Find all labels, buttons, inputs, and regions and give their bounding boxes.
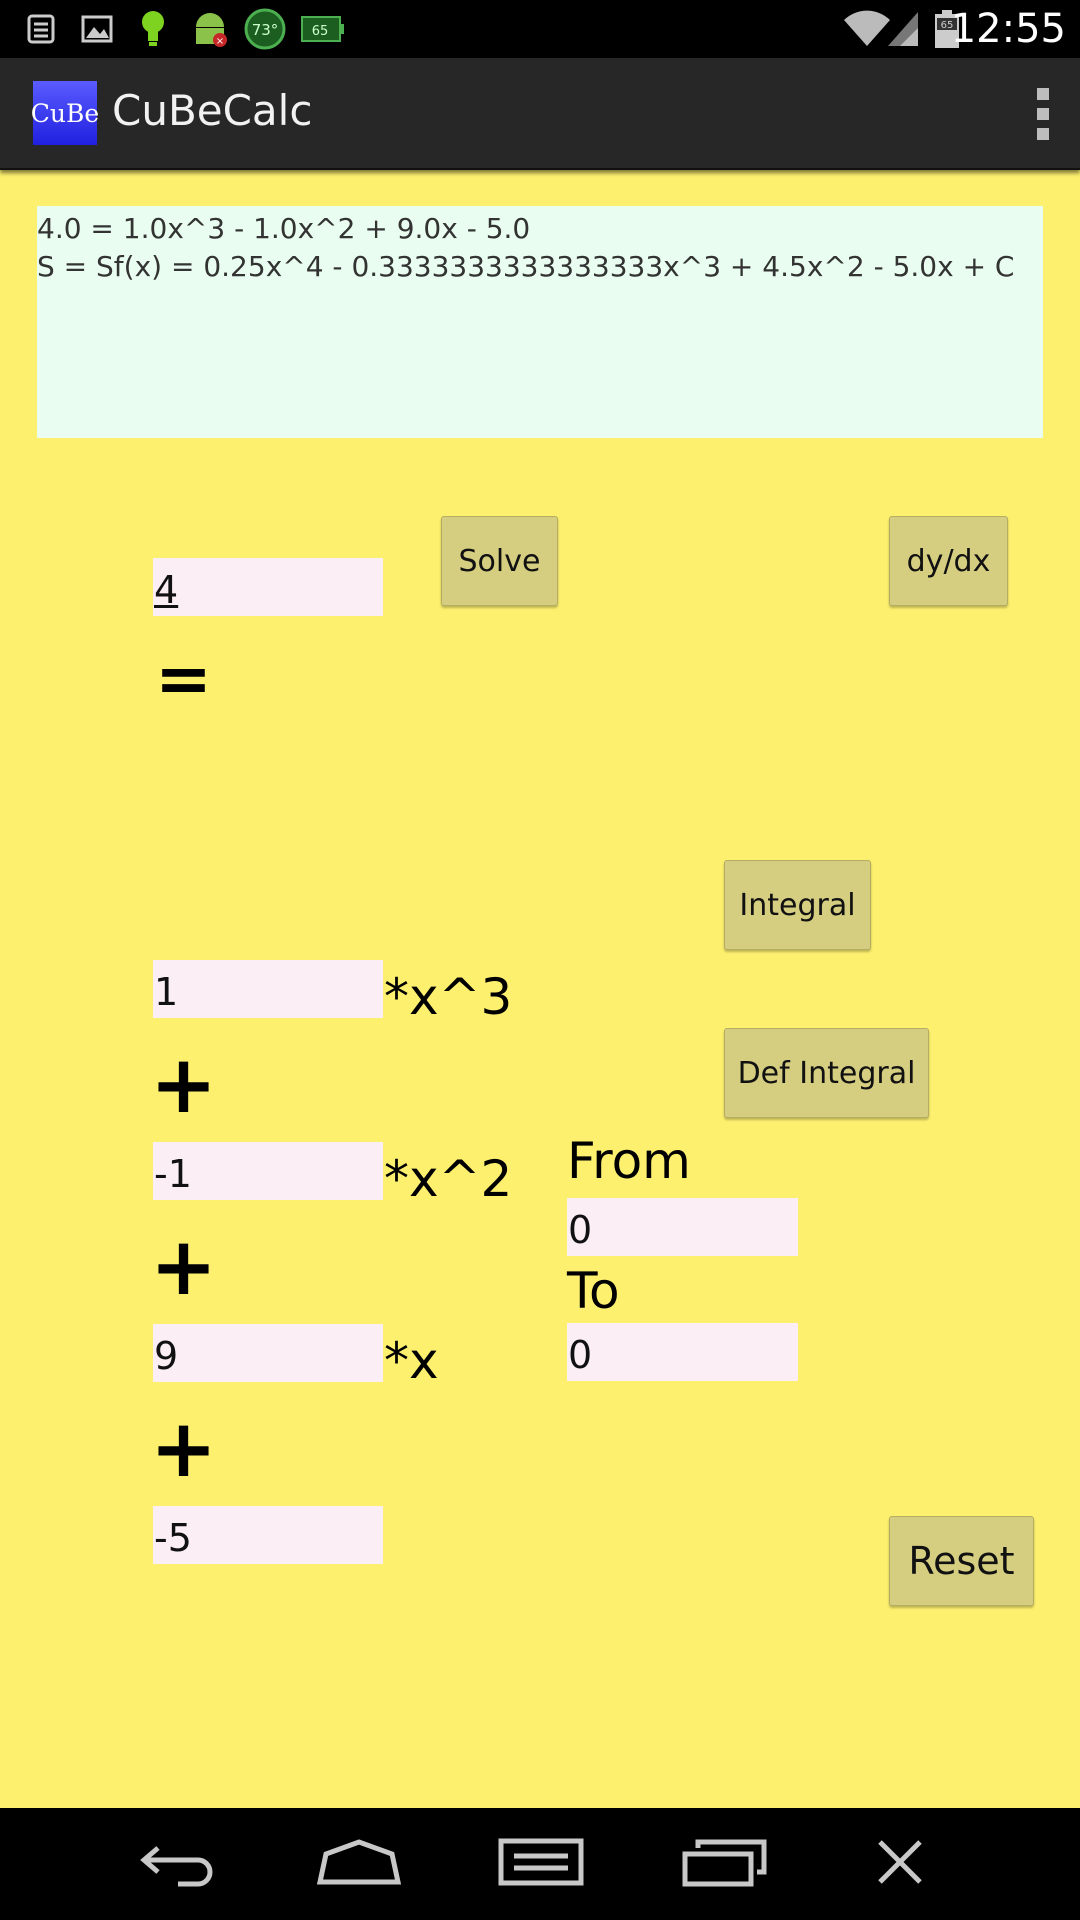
action-bar: CuBe CuBeCalc <box>0 58 1080 170</box>
navigation-bar <box>0 1808 1080 1920</box>
to-input[interactable]: 0 <box>567 1323 798 1381</box>
overflow-menu-icon[interactable] <box>1034 88 1052 140</box>
solve-button[interactable]: Solve <box>441 516 558 606</box>
app-logo[interactable]: CuBe <box>31 81 99 145</box>
equals-sign: = <box>155 640 212 719</box>
back-icon[interactable] <box>138 1838 220 1892</box>
home-icon[interactable] <box>316 1838 402 1892</box>
term-x-label: *x <box>384 1332 439 1390</box>
coef-x3-input[interactable]: 1 <box>153 960 383 1018</box>
bulb-icon <box>138 10 168 48</box>
wifi-icon <box>842 10 892 48</box>
from-input[interactable]: 0 <box>567 1198 798 1256</box>
notes-icon <box>26 10 56 48</box>
to-label: To <box>567 1262 620 1320</box>
output-panel: 4.0 = 1.0x^3 - 1.0x^2 + 9.0x - 5.0 S = S… <box>37 206 1043 438</box>
plus-sign-3: + <box>150 1402 218 1495</box>
status-bar: × 73° 65 65 12:55 <box>0 0 1080 58</box>
constant-input[interactable]: -5 <box>153 1506 383 1564</box>
recent-apps-icon[interactable] <box>682 1838 768 1892</box>
status-time: 12:55 <box>950 6 1066 52</box>
def-integral-button[interactable]: Def Integral <box>724 1028 929 1118</box>
image-icon <box>80 10 114 48</box>
temperature-icon: 73° <box>244 8 286 50</box>
output-line-equation: 4.0 = 1.0x^3 - 1.0x^2 + 9.0x - 5.0 <box>37 212 531 245</box>
android-debug-icon: × <box>190 10 230 48</box>
svg-text:65: 65 <box>312 24 329 39</box>
derivative-button[interactable]: dy/dx <box>889 516 1008 606</box>
term-x3-label: *x^3 <box>384 968 513 1026</box>
plus-sign-1: + <box>150 1038 218 1131</box>
plus-sign-2: + <box>150 1220 218 1313</box>
coef-x-input[interactable]: 9 <box>153 1324 383 1382</box>
integral-button[interactable]: Integral <box>724 860 871 950</box>
coef-x2-input[interactable]: -1 <box>153 1142 383 1200</box>
term-x2-label: *x^2 <box>384 1150 513 1208</box>
svg-text:×: × <box>216 36 224 47</box>
from-label: From <box>567 1132 691 1190</box>
menu-icon[interactable] <box>498 1838 584 1892</box>
close-icon[interactable] <box>876 1838 926 1892</box>
result-input[interactable]: 4 <box>153 558 383 616</box>
output-line-integral: S = Sf(x) = 0.25x^4 - 0.3333333333333333… <box>37 250 1015 283</box>
battery-app-icon: 65 <box>300 10 346 48</box>
reset-button[interactable]: Reset <box>889 1516 1034 1606</box>
svg-text:73°: 73° <box>252 21 279 39</box>
app-title: CuBeCalc <box>112 86 313 135</box>
signal-icon <box>886 10 920 48</box>
